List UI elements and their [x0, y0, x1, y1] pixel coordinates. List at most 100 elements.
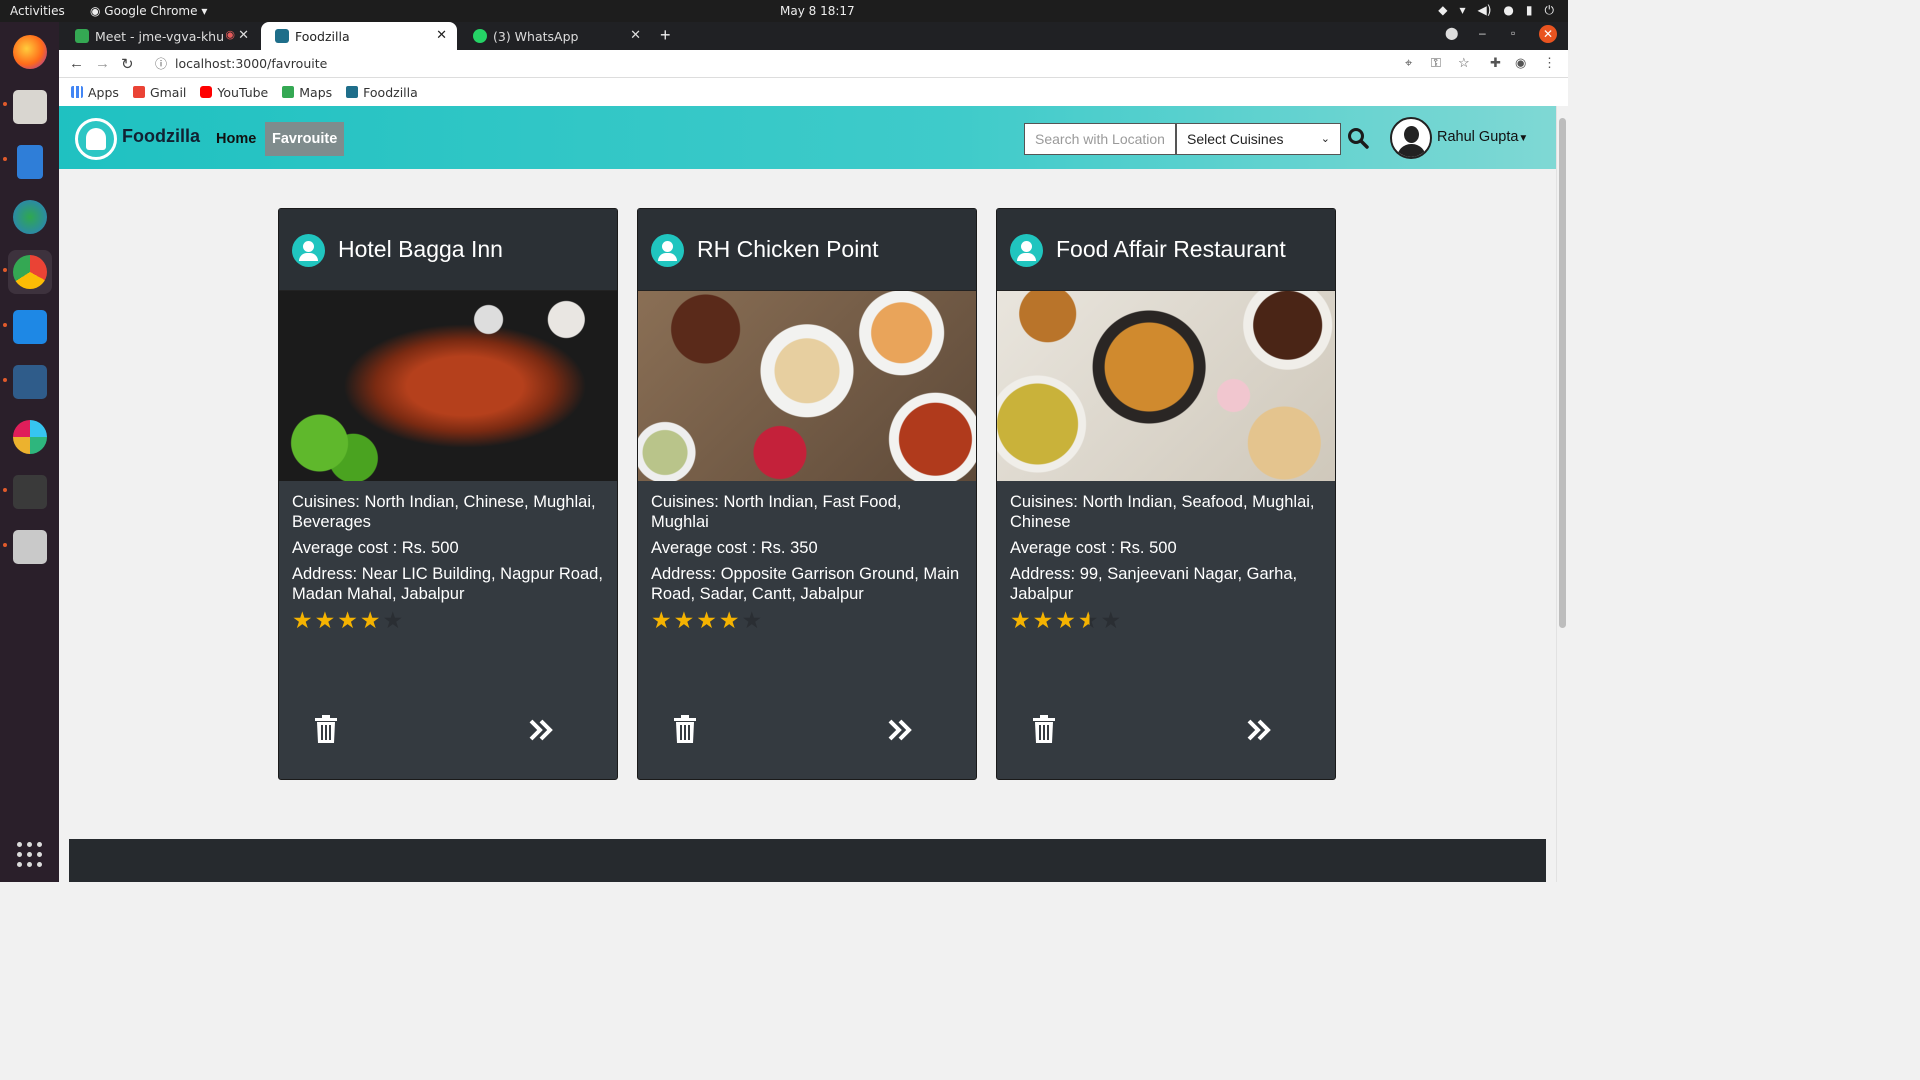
tab-search-icon[interactable]: ⬤ [1445, 26, 1458, 40]
bookmark-star-icon[interactable]: ☆ [1458, 55, 1470, 71]
double-chevron-right-icon[interactable] [888, 719, 912, 741]
nav-favourite[interactable]: Favrouite [265, 122, 345, 156]
wifi-icon: ▾ [1459, 3, 1466, 17]
cuisine-select-value: Select Cuisines [1187, 131, 1284, 147]
extensions-icon[interactable]: ✚ [1490, 55, 1501, 71]
user-menu[interactable]: Rahul Gupta▼ [1437, 129, 1528, 145]
recording-icon: ◉ [225, 28, 235, 41]
star-half-icon: ★ [1077, 607, 1101, 633]
avatar[interactable] [1390, 117, 1432, 159]
back-icon[interactable]: ← [69, 55, 84, 72]
double-chevron-right-icon[interactable] [1247, 719, 1271, 741]
reload-icon[interactable]: ↻ [121, 55, 134, 73]
tab-strip: Meet - jme-vgva-khu ◉ ✕ Foodzilla ✕ (3) … [59, 22, 1568, 50]
user-circle-icon [651, 234, 684, 267]
writer-icon[interactable] [8, 140, 52, 184]
double-chevron-right-icon[interactable] [529, 719, 553, 741]
new-tab-icon[interactable]: + [660, 25, 671, 46]
app-menu[interactable]: ◉ Google Chrome ▾ [90, 4, 207, 18]
bookmark-label: Foodzilla [363, 84, 418, 100]
bookmark-foodzilla[interactable]: Foodzilla [346, 85, 418, 100]
restaurant-image[interactable] [638, 291, 976, 481]
profile-icon[interactable]: ◉ [1515, 55, 1526, 71]
bookmark-youtube[interactable]: YouTube [200, 85, 268, 100]
address-bar[interactable]: ⓘ localhost:3000/favrouite [147, 53, 1517, 75]
maps-icon [282, 86, 295, 98]
slack-icon[interactable] [8, 415, 52, 459]
close-tab-icon[interactable]: ✕ [630, 28, 641, 43]
page-scrollbar[interactable] [1556, 106, 1568, 882]
location-icon[interactable]: ⌖ [1405, 55, 1412, 71]
clock[interactable]: May 8 18:17 [780, 4, 855, 18]
star-rating: ★★★★★ [1010, 607, 1322, 633]
files-icon[interactable] [8, 85, 52, 129]
star-icon: ★ [651, 607, 674, 633]
restaurant-image[interactable] [997, 291, 1335, 481]
network-app-icon[interactable] [8, 195, 52, 239]
card-header: Hotel Bagga Inn [279, 209, 617, 291]
forward-icon[interactable]: → [95, 55, 110, 72]
nav-home[interactable]: Home [209, 122, 263, 156]
trash-icon[interactable] [1033, 715, 1055, 743]
tab-meet[interactable]: Meet - jme-vgva-khu ◉ ✕ [61, 22, 259, 50]
vscode-icon[interactable] [8, 305, 52, 349]
search-icon[interactable] [1347, 127, 1369, 149]
restaurant-name[interactable]: Food Affair Restaurant [1056, 236, 1286, 263]
bookmark-maps[interactable]: Maps [282, 85, 332, 100]
card-body: Cuisines: North Indian, Seafood, Mughlai… [997, 481, 1335, 633]
tab-whatsapp[interactable]: (3) WhatsApp ✕ [459, 22, 651, 50]
chrome-icon[interactable] [8, 250, 52, 294]
tab-foodzilla[interactable]: Foodzilla ✕ [261, 22, 457, 50]
restaurant-card[interactable]: Food Affair Restaurant Cuisines: North I… [996, 208, 1336, 780]
show-apps-icon[interactable] [17, 842, 43, 868]
running-indicator [3, 488, 7, 492]
system-tray[interactable]: ◆ ▾ ◀) ● ▮ ⏻ [1438, 3, 1554, 18]
key-icon[interactable]: ⚿ [1431, 55, 1441, 71]
minimize-icon[interactable]: – [1479, 26, 1486, 40]
scrollbar-thumb[interactable] [1559, 118, 1566, 628]
running-indicator [3, 323, 7, 327]
cuisines-text: Cuisines: North Indian, Chinese, Mughlai… [292, 493, 596, 531]
site-footer [69, 839, 1546, 882]
star-icon: ★ [359, 607, 383, 633]
restaurant-card[interactable]: RH Chicken Point Cuisines: North Indian,… [637, 208, 977, 780]
magnifier-icon[interactable] [8, 525, 52, 569]
running-indicator [3, 157, 7, 161]
chef-hat-logo-icon[interactable] [75, 118, 117, 160]
close-tab-icon[interactable]: ✕ [436, 28, 447, 43]
browser-toolbar: ← → ↻ ⓘ localhost:3000/favrouite ⌖ ⚿ ☆ ✚… [59, 50, 1568, 78]
bookmark-gmail[interactable]: Gmail [132, 85, 186, 100]
activities-button[interactable]: Activities [10, 4, 65, 18]
cuisine-select[interactable]: Select Cuisines ⌄ [1176, 123, 1341, 155]
star-icon: ★ [1032, 607, 1056, 633]
user-name: Rahul Gupta [1437, 129, 1519, 145]
trash-icon[interactable] [315, 715, 337, 743]
close-tab-icon[interactable]: ✕ [238, 28, 249, 43]
restaurant-card[interactable]: Hotel Bagga Inn Cuisines: North Indian, … [278, 208, 618, 780]
running-indicator [3, 543, 7, 547]
terminal-icon[interactable] [8, 470, 52, 514]
bookmark-apps[interactable]: Apps [71, 85, 119, 100]
user-circle-icon [292, 234, 325, 267]
tab-label: Meet - jme-vgva-khu [95, 28, 225, 44]
restaurant-image[interactable] [279, 291, 617, 481]
star-empty-icon: ★ [382, 607, 406, 633]
menu-icon[interactable]: ⋮ [1543, 55, 1556, 71]
location-search-input[interactable] [1024, 123, 1176, 155]
restaurant-name[interactable]: RH Chicken Point [697, 236, 879, 263]
network-icon: ◆ [1438, 3, 1448, 17]
mysql-workbench-icon[interactable] [8, 360, 52, 404]
bookmark-label: YouTube [217, 84, 269, 100]
whatsapp-favicon-icon [473, 29, 487, 43]
restaurant-name[interactable]: Hotel Bagga Inn [338, 236, 503, 263]
cuisines-text: Cuisines: North Indian, Seafood, Mughlai… [1010, 493, 1315, 531]
trash-icon[interactable] [674, 715, 696, 743]
star-rating: ★★★★★ [292, 607, 604, 633]
brand-name[interactable]: Foodzilla [122, 126, 200, 147]
youtube-icon [200, 86, 213, 98]
firefox-icon[interactable] [8, 30, 52, 74]
site-info-icon[interactable]: ⓘ [155, 53, 167, 75]
close-window-icon[interactable]: ✕ [1539, 25, 1557, 43]
maximize-icon[interactable]: ▫ [1511, 26, 1515, 40]
battery-icon: ▮ [1525, 3, 1533, 17]
